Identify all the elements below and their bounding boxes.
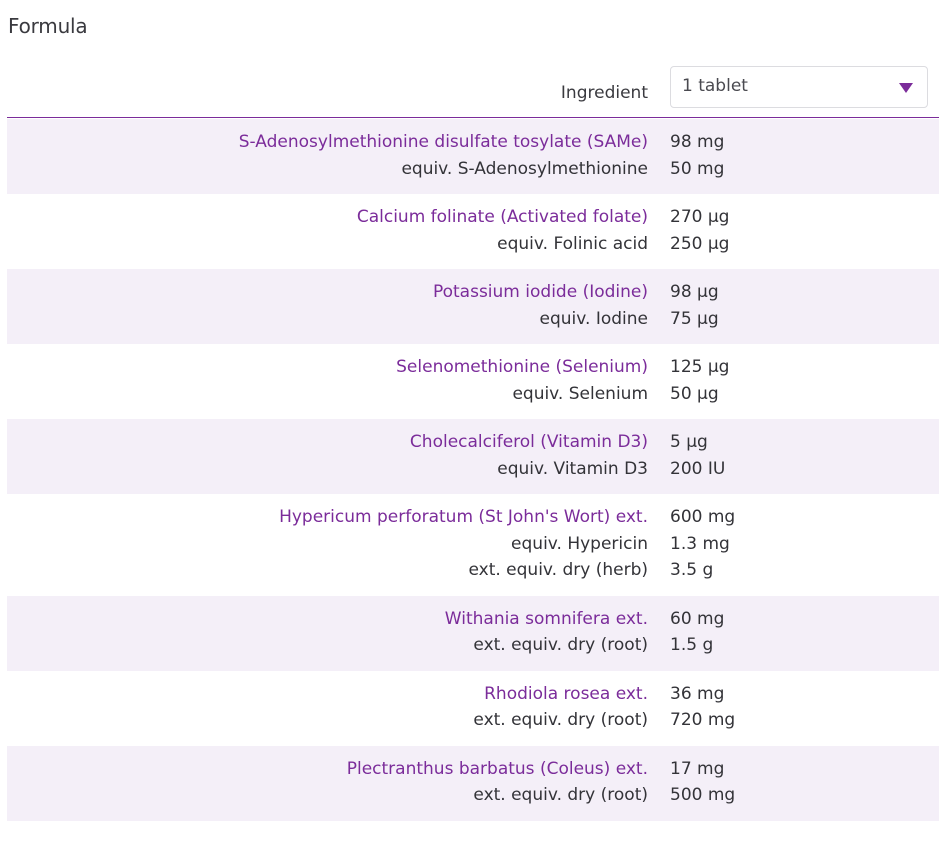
- equivalent-line: equiv. Folinic acid 250 µg: [7, 231, 939, 258]
- ingredient-row: Withania somnifera ext. 60 mg ext. equiv. …: [7, 595, 939, 671]
- equivalent-line: equiv. Hypericin 1.3 mg: [7, 531, 939, 558]
- equivalent-line: ext. equiv. dry (root) 500 mg: [7, 782, 939, 809]
- ingredient-amount: 5 µg: [670, 432, 708, 452]
- ingredient-line: Rhodiola rosea ext. 36 mg: [7, 681, 939, 708]
- serving-size-value: 1 tablet: [682, 76, 748, 96]
- equivalent-label: ext. equiv. dry (root): [473, 710, 648, 730]
- equivalent-label: equiv. Iodine: [539, 308, 648, 329]
- ingredient-row: Cholecalciferol (Vitamin D3) 5 µg equiv. V…: [7, 419, 939, 494]
- equivalent-amount: 250 µg: [670, 233, 730, 254]
- ingredient-amount: 36 mg: [670, 683, 725, 704]
- ingredient-table: S-Adenosylmethionine disulfate tosylate …: [7, 119, 939, 821]
- serving-size-select[interactable]: 1 tablet: [670, 66, 928, 108]
- table-header: Ingredient 1 tablet: [7, 66, 939, 118]
- ingredient-line: Withania somnifera ext. 60 mg: [7, 606, 939, 633]
- ingredient-row: Hypericum perforatum (St John's Wort) ex…: [7, 494, 939, 596]
- equivalent-amount: 3.5 g: [670, 560, 714, 580]
- equivalent-amount: 200 IU: [670, 458, 726, 479]
- equivalent-label: equiv. Vitamin D3: [497, 458, 648, 479]
- equivalent-label: equiv. Selenium: [512, 383, 648, 404]
- ingredient-name: Hypericum perforatum (St John's Wort) ex…: [279, 507, 648, 527]
- equivalent-amount: 1.3 mg: [670, 533, 730, 554]
- ingredient-row: Rhodiola rosea ext. 36 mg ext. equiv. dry …: [7, 671, 939, 746]
- ingredient-name: Potassium iodide (Iodine): [432, 282, 648, 302]
- equivalent-line: equiv. Vitamin D3 200 IU: [7, 456, 939, 483]
- equivalent-line: equiv. S-Adenosylmethionine 50 mg: [7, 156, 939, 183]
- ingredient-name: Cholecalciferol (Vitamin D3): [409, 432, 648, 452]
- equivalent-line: ext. equiv. dry (herb) 3.5 g: [7, 557, 939, 584]
- ingredient-row: Selenomethionine (Selenium) 125 µg equiv. …: [7, 344, 939, 419]
- equivalent-label: equiv. Hypericin: [511, 533, 648, 554]
- ingredient-amount: 17 mg: [670, 758, 725, 779]
- ingredient-name: Withania somnifera ext.: [444, 608, 648, 629]
- ingredient-line: Cholecalciferol (Vitamin D3) 5 µg: [7, 429, 939, 456]
- equivalent-amount: 75 µg: [670, 308, 719, 329]
- ingredient-line: Calcium folinate (Activated folate) 270 µ…: [7, 204, 939, 231]
- ingredient-amount: 270 µg: [670, 207, 730, 227]
- ingredient-name: Rhodiola rosea ext.: [484, 683, 648, 704]
- ingredient-amount: 98 µg: [670, 282, 719, 302]
- ingredient-row: Potassium iodide (Iodine) 98 µg equiv. Iod…: [7, 269, 939, 344]
- equivalent-line: ext. equiv. dry (root) 1.5 g: [7, 632, 939, 659]
- ingredient-line: S-Adenosylmethionine disulfate tosylate …: [7, 129, 939, 156]
- equivalent-line: ext. equiv. dry (root) 720 mg: [7, 707, 939, 734]
- ingredient-line: Plectranthus barbatus (Coleus) ext. 17 mg: [7, 756, 939, 783]
- equivalent-label: ext. equiv. dry (herb): [468, 560, 648, 580]
- equivalent-amount: 50 µg: [670, 383, 719, 404]
- ingredient-line: Hypericum perforatum (St John's Wort) ex…: [7, 504, 939, 531]
- equivalent-amount: 500 mg: [670, 785, 736, 805]
- ingredient-amount: 60 mg: [670, 608, 725, 629]
- equivalent-line: equiv. Selenium 50 µg: [7, 381, 939, 408]
- equivalent-label: ext. equiv. dry (root): [473, 785, 648, 805]
- caret-down-icon: [899, 83, 913, 93]
- ingredient-row: Plectranthus barbatus (Coleus) ext. 17 mg…: [7, 745, 939, 821]
- ingredient-row: Calcium folinate (Activated folate) 270 µ…: [7, 194, 939, 269]
- equivalent-label: equiv. S-Adenosylmethionine: [401, 158, 648, 179]
- equivalent-label: ext. equiv. dry (root): [473, 635, 648, 655]
- ingredient-amount: 600 mg: [670, 507, 736, 527]
- ingredient-amount: 98 mg: [670, 132, 725, 152]
- ingredient-name: Plectranthus barbatus (Coleus) ext.: [346, 758, 648, 779]
- ingredient-line: Potassium iodide (Iodine) 98 µg: [7, 279, 939, 306]
- ingredient-line: Selenomethionine (Selenium) 125 µg: [7, 354, 939, 381]
- ingredient-name: Selenomethionine (Selenium): [396, 357, 648, 377]
- equivalent-amount: 1.5 g: [670, 635, 714, 655]
- ingredient-amount: 125 µg: [670, 357, 730, 377]
- ingredient-row: S-Adenosylmethionine disulfate tosylate …: [7, 119, 939, 194]
- formula-panel: Formula Ingredient 1 tablet S-Adenosylme…: [0, 0, 946, 844]
- ingredient-name: S-Adenosylmethionine disulfate tosylate …: [238, 132, 648, 152]
- equivalent-amount: 720 mg: [670, 710, 736, 730]
- equivalent-amount: 50 mg: [670, 158, 725, 179]
- ingredient-column-label: Ingredient: [560, 83, 648, 103]
- section-title: Formula: [8, 14, 88, 38]
- equivalent-label: equiv. Folinic acid: [497, 233, 648, 254]
- equivalent-line: equiv. Iodine 75 µg: [7, 306, 939, 333]
- ingredient-name: Calcium folinate (Activated folate): [356, 207, 648, 227]
